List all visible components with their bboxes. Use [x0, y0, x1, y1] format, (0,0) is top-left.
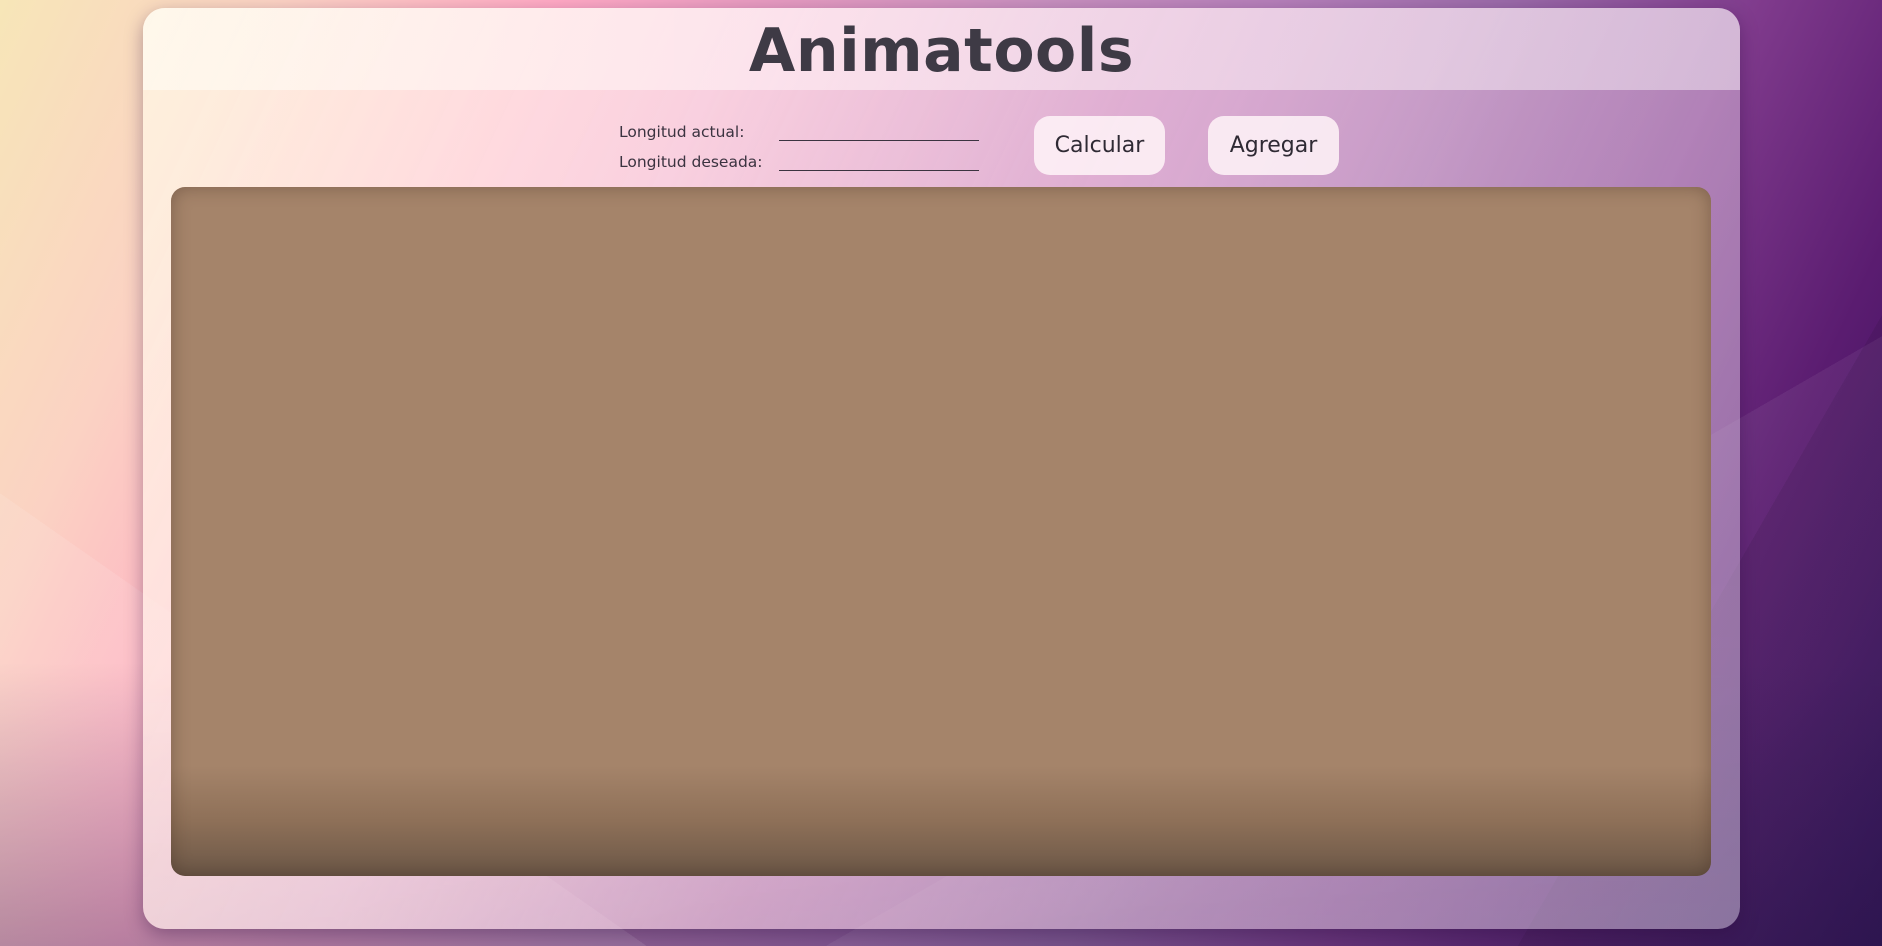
current-length-label: Longitud actual: [619, 123, 745, 141]
work-canvas[interactable] [171, 187, 1711, 876]
main-card: Animatools Longitud actual: Longitud des… [143, 8, 1740, 929]
calculate-button[interactable]: Calcular [1034, 116, 1165, 175]
desired-length-input[interactable] [779, 148, 979, 171]
length-form: Longitud actual: Longitud deseada: [619, 111, 979, 171]
current-length-row: Longitud actual: [619, 111, 979, 141]
app-title: Animatools [748, 16, 1135, 86]
desired-length-label: Longitud deseada: [619, 153, 763, 171]
add-button[interactable]: Agregar [1208, 116, 1339, 175]
desired-length-row: Longitud deseada: [619, 141, 979, 171]
current-length-input[interactable] [779, 118, 979, 141]
header: Animatools [143, 8, 1740, 90]
